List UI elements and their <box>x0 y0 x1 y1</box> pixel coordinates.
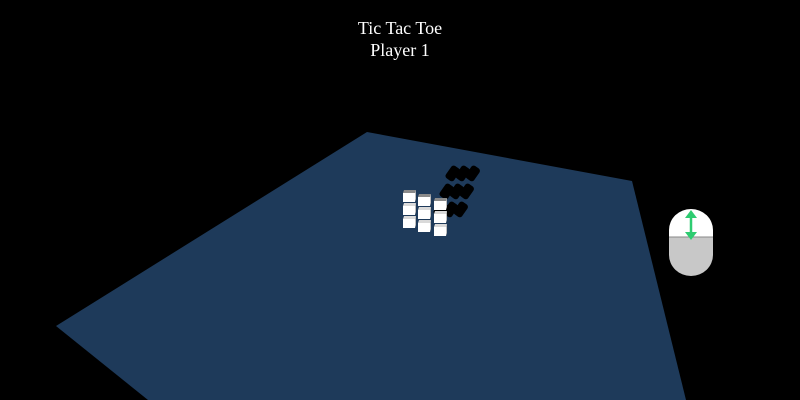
cell-front-face <box>418 197 430 206</box>
cell-front-face <box>418 210 430 219</box>
cell-front-face <box>434 227 446 236</box>
cell-top-face <box>434 198 447 201</box>
player-turn-status: Player 1 <box>370 40 430 60</box>
board-cell[interactable] <box>403 203 416 215</box>
board-cell[interactable] <box>403 216 416 228</box>
cell-front-face <box>403 219 415 228</box>
board-cell[interactable] <box>418 220 431 232</box>
cell-top-face <box>403 203 416 206</box>
board-cell[interactable] <box>418 207 431 219</box>
board-cell[interactable] <box>418 194 431 206</box>
mouse-scroll-icon <box>669 209 713 276</box>
board-cell[interactable] <box>434 224 447 236</box>
cell-top-face <box>418 194 431 197</box>
cell-top-face <box>403 216 416 219</box>
cell-front-face <box>434 214 446 223</box>
cell-top-face <box>418 207 431 210</box>
cell-front-face <box>434 201 446 210</box>
cell-top-face <box>403 190 416 193</box>
game-header: Tic Tac Toe Player 1 <box>0 17 800 61</box>
game-title: Tic Tac Toe <box>357 18 443 38</box>
board-cell[interactable] <box>434 198 447 210</box>
cell-top-face <box>434 224 447 227</box>
cell-top-face <box>434 211 447 214</box>
cell-top-face <box>418 220 431 223</box>
cell-front-face <box>418 223 430 232</box>
ground-plane <box>56 132 686 400</box>
board-cell[interactable] <box>403 190 416 202</box>
board-cell[interactable] <box>434 211 447 223</box>
game-viewport[interactable]: Tic Tac Toe Player 1 <box>0 0 800 400</box>
cell-front-face <box>403 193 415 202</box>
mouse-body <box>669 237 713 276</box>
cell-front-face <box>403 206 415 215</box>
